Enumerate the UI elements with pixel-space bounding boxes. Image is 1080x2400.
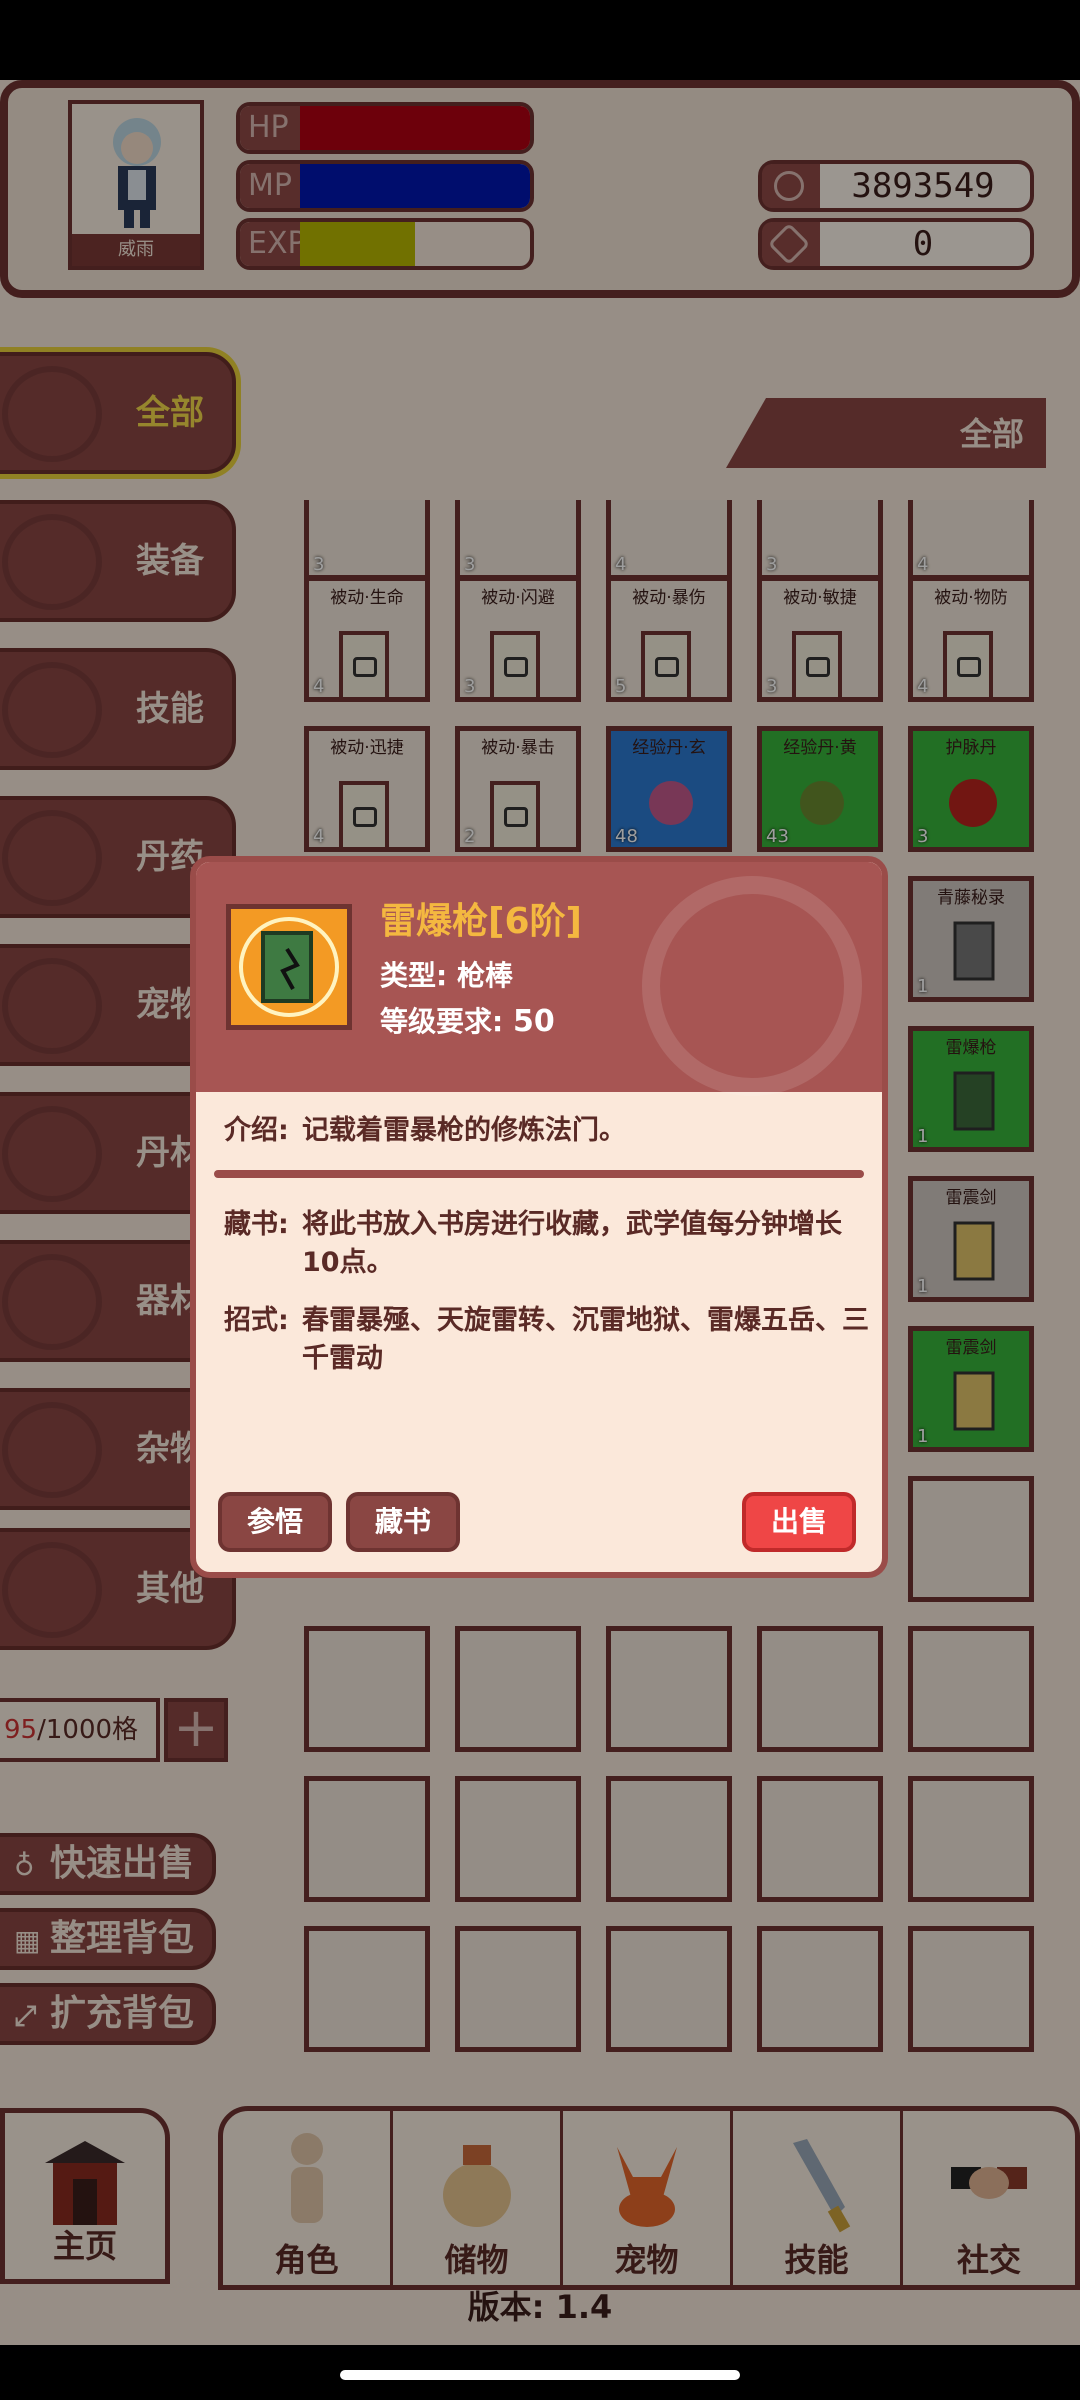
divider xyxy=(214,1170,864,1178)
status-bar xyxy=(0,0,1080,80)
item-icon xyxy=(226,904,352,1030)
item-title: 雷爆枪[6阶] xyxy=(380,901,582,942)
dialog-header: 雷爆枪[6阶] 类型: 枪棒 等级要求: 50 xyxy=(196,862,882,1096)
comprehend-button[interactable]: 参悟 xyxy=(218,1492,332,1552)
book-icon xyxy=(239,917,339,1017)
level-value: 50 xyxy=(512,1004,555,1039)
system-nav-bar xyxy=(0,2345,1080,2400)
emblem-watermark-icon xyxy=(642,876,862,1096)
moves-key: 招式: xyxy=(224,1305,289,1336)
library-text: 将此书放入书房进行收藏，武学值每分钟增长10点。 xyxy=(302,1209,842,1278)
intro-row: 介绍: 记载着雷暴枪的修炼法门。 xyxy=(224,1112,870,1150)
dialog-body: 介绍: 记载着雷暴枪的修炼法门。 藏书: 将此书放入书房进行收藏，武学值每分钟增长1… xyxy=(196,1098,882,1572)
item-detail-dialog: 雷爆枪[6阶] 类型: 枪棒 等级要求: 50 介绍: 记载着雷暴枪的修炼法门。 … xyxy=(190,856,888,1578)
sell-button[interactable]: 出售 xyxy=(742,1492,856,1552)
item-type: 类型: 枪棒 xyxy=(380,959,513,992)
moves-text: 春雷暴殛、天旋雷转、沉雷地狱、雷爆五岳、三千雷动 xyxy=(302,1305,869,1374)
intro-key: 介绍: xyxy=(224,1115,289,1146)
library-row: 藏书: 将此书放入书房进行收藏，武学值每分钟增长10点。 xyxy=(224,1206,870,1282)
library-key: 藏书: xyxy=(224,1209,289,1240)
moves-row: 招式: 春雷暴殛、天旋雷转、沉雷地狱、雷爆五岳、三千雷动 xyxy=(224,1302,870,1378)
home-indicator[interactable] xyxy=(340,2370,740,2380)
intro-text: 记载着雷暴枪的修炼法门。 xyxy=(302,1115,626,1146)
collect-book-button[interactable]: 藏书 xyxy=(346,1492,460,1552)
level-label: 等级要求: xyxy=(380,1005,513,1038)
game-screen: 威雨 HP MP EXP 3893549 0 全部 装备 技能 丹药 宠物 丹材… xyxy=(0,0,1080,2400)
item-level-requirement: 等级要求: 50 xyxy=(380,1000,555,1040)
